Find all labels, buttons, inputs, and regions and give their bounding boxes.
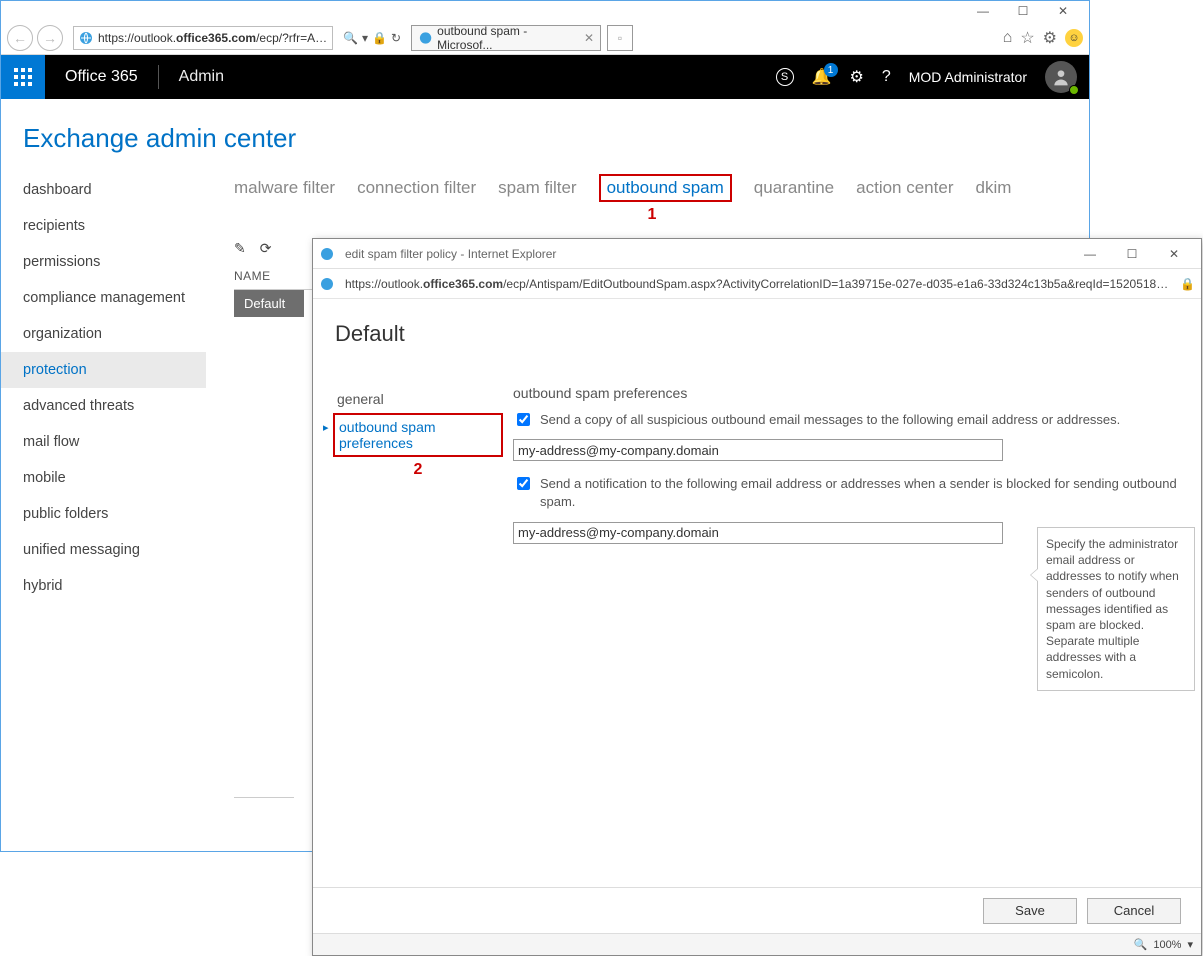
address-bar-buttons: 🔍 ▾ 🔒 ↻ — [339, 31, 405, 45]
dialog-nav-outbound-spam-preferences[interactable]: outbound spam preferences — [333, 413, 503, 457]
sidebar-item-mobile[interactable]: mobile — [1, 460, 206, 496]
tab-close-icon[interactable]: ✕ — [584, 31, 594, 45]
dialog-status-bar: 🔍 100% ▾ — [313, 933, 1201, 955]
dropdown-icon[interactable]: ▾ — [362, 31, 368, 45]
checkbox-send-copy-label: Send a copy of all suspicious outbound e… — [540, 411, 1120, 429]
dialog-url-text: https://outlook.office365.com/ecp/Antisp… — [345, 277, 1174, 291]
tab-connection-filter[interactable]: connection filter — [357, 178, 476, 202]
tab-title: outbound spam - Microsof... — [437, 24, 578, 52]
main-window-titlebar: — ☐ ✕ — [1, 1, 1089, 21]
dialog-close-button[interactable]: ✕ — [1153, 247, 1195, 261]
eac-sidebar: dashboard recipients permissions complia… — [1, 166, 206, 798]
browser-toolbar: ← → https://outlook.office365.com/ecp/?r… — [1, 21, 1089, 55]
sidebar-item-compliance-management[interactable]: compliance management — [1, 280, 206, 316]
input-notify-addresses[interactable] — [513, 522, 1003, 544]
maximize-button[interactable]: ☐ — [1003, 2, 1043, 20]
sidebar-item-mail-flow[interactable]: mail flow — [1, 424, 206, 460]
tools-icon[interactable]: ⚙ — [1043, 28, 1057, 48]
o365-app-label[interactable]: Admin — [159, 68, 244, 86]
policy-name-heading: Default — [335, 321, 405, 347]
presence-indicator — [1069, 85, 1079, 95]
skype-icon[interactable]: S — [776, 68, 794, 86]
input-copy-addresses[interactable] — [513, 439, 1003, 461]
forward-button[interactable]: → — [37, 25, 63, 51]
annotation-2: 2 — [333, 461, 503, 479]
lock-icon: 🔒 — [372, 31, 387, 45]
notifications-button[interactable]: 🔔 1 — [812, 67, 832, 87]
ie-icon — [319, 276, 335, 292]
ie-icon — [418, 30, 433, 46]
address-bar[interactable]: https://outlook.office365.com/ecp/?rfr=A… — [73, 26, 333, 50]
browser-tab-active[interactable]: outbound spam - Microsof... ✕ — [411, 25, 601, 51]
user-avatar[interactable] — [1045, 61, 1077, 93]
app-launcher-button[interactable] — [1, 55, 45, 99]
dialog-address-bar[interactable]: https://outlook.office365.com/ecp/Antisp… — [313, 269, 1201, 299]
tab-malware-filter[interactable]: malware filter — [234, 178, 335, 202]
o365-suite-bar: Office 365 Admin S 🔔 1 ⚙ ? MOD Administr… — [1, 55, 1089, 99]
dialog-nav-general[interactable]: general — [333, 385, 503, 413]
dialog-title: edit spam filter policy - Internet Explo… — [345, 247, 556, 261]
lock-icon: 🔒 — [1180, 277, 1195, 291]
annotation-1: 1 — [642, 206, 662, 224]
tab-spam-filter[interactable]: spam filter — [498, 178, 576, 202]
zoom-icon[interactable]: 🔍 — [1134, 938, 1148, 951]
tab-action-center[interactable]: action center — [856, 178, 953, 202]
feedback-icon[interactable]: ☺ — [1065, 29, 1083, 47]
save-button[interactable]: Save — [983, 898, 1077, 924]
page-title: Exchange admin center — [1, 99, 1089, 166]
ie-icon — [78, 30, 94, 46]
section-title: outbound spam preferences — [513, 385, 1185, 401]
sidebar-item-recipients[interactable]: recipients — [1, 208, 206, 244]
favorites-icon[interactable]: ☆ — [1020, 28, 1034, 48]
refresh-icon[interactable]: ↻ — [391, 31, 401, 45]
list-footer-separator — [234, 797, 294, 798]
checkbox-notify-blocked[interactable] — [517, 477, 530, 490]
dialog-titlebar[interactable]: edit spam filter policy - Internet Explo… — [313, 239, 1201, 269]
sidebar-item-dashboard[interactable]: dashboard — [1, 172, 206, 208]
help-tooltip: Specify the administrator email address … — [1037, 527, 1195, 691]
home-icon[interactable]: ⌂ — [1003, 29, 1013, 47]
cancel-button[interactable]: Cancel — [1087, 898, 1181, 924]
tab-quarantine[interactable]: quarantine — [754, 178, 834, 202]
edit-spam-policy-dialog: edit spam filter policy - Internet Explo… — [312, 238, 1202, 956]
policy-row-default[interactable]: Default — [234, 290, 304, 317]
edit-icon[interactable]: ✎ — [234, 240, 246, 257]
person-icon — [1051, 67, 1071, 87]
dialog-footer: Save Cancel — [313, 887, 1201, 933]
settings-icon[interactable]: ⚙ — [850, 67, 864, 87]
back-button[interactable]: ← — [7, 25, 33, 51]
dialog-minimize-button[interactable]: — — [1069, 247, 1111, 261]
sidebar-item-unified-messaging[interactable]: unified messaging — [1, 532, 206, 568]
dialog-maximize-button[interactable]: ☐ — [1111, 247, 1153, 261]
sidebar-item-hybrid[interactable]: hybrid — [1, 568, 206, 604]
minimize-button[interactable]: — — [963, 2, 1003, 20]
address-bar-text: https://outlook.office365.com/ecp/?rfr=A… — [98, 31, 328, 45]
new-tab-button[interactable]: ▫ — [607, 25, 633, 51]
search-icon[interactable]: 🔍 — [343, 31, 358, 45]
sidebar-item-organization[interactable]: organization — [1, 316, 206, 352]
user-name-label[interactable]: MOD Administrator — [909, 69, 1027, 85]
checkbox-notify-blocked-label: Send a notification to the following ema… — [540, 475, 1185, 511]
zoom-level[interactable]: 100% — [1153, 939, 1181, 951]
o365-brand-label[interactable]: Office 365 — [45, 68, 158, 86]
dialog-body: Default general outbound spam preference… — [313, 299, 1201, 887]
ie-icon — [319, 246, 335, 262]
zoom-dropdown-icon[interactable]: ▾ — [1187, 938, 1193, 951]
sidebar-item-permissions[interactable]: permissions — [1, 244, 206, 280]
help-icon[interactable]: ? — [882, 68, 891, 86]
checkbox-send-copy[interactable] — [517, 413, 530, 426]
sidebar-item-public-folders[interactable]: public folders — [1, 496, 206, 532]
notifications-badge: 1 — [824, 63, 838, 77]
dialog-nav: general outbound spam preferences 2 — [333, 315, 503, 887]
refresh-list-icon[interactable]: ⟳ — [260, 240, 272, 257]
close-button[interactable]: ✕ — [1043, 2, 1083, 20]
sidebar-item-protection[interactable]: protection — [1, 352, 206, 388]
tab-outbound-spam[interactable]: outbound spam — [599, 174, 732, 202]
sidebar-item-advanced-threats[interactable]: advanced threats — [1, 388, 206, 424]
tab-dkim[interactable]: dkim — [975, 178, 1011, 202]
waffle-icon — [14, 68, 32, 86]
